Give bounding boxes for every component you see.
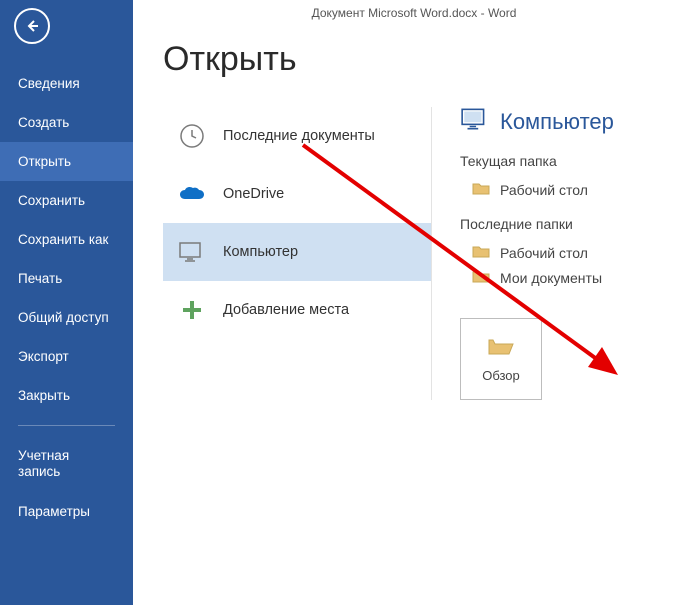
arrow-left-icon xyxy=(24,18,40,34)
nav-options[interactable]: Параметры xyxy=(0,492,133,531)
location-heading: Компьютер xyxy=(460,107,665,137)
source-addplace-label: Добавление места xyxy=(223,302,349,318)
onedrive-icon xyxy=(177,181,207,207)
back-button[interactable] xyxy=(14,8,50,44)
current-folder[interactable]: Рабочий стол xyxy=(460,177,665,202)
source-computer-label: Компьютер xyxy=(223,244,298,260)
location-heading-text: Компьютер xyxy=(500,109,614,135)
recent-folders-label: Последние папки xyxy=(460,216,665,232)
nav-save[interactable]: Сохранить xyxy=(0,181,133,220)
source-recent[interactable]: Последние документы xyxy=(163,107,431,165)
source-computer[interactable]: Компьютер xyxy=(163,223,431,281)
computer-icon xyxy=(177,239,207,265)
main-area: Документ Microsoft Word.docx - Word Откр… xyxy=(133,0,695,605)
nav-info[interactable]: Сведения xyxy=(0,64,133,103)
recent-folder-1[interactable]: Мои документы xyxy=(460,265,665,290)
source-onedrive[interactable]: OneDrive xyxy=(163,165,431,223)
computer-icon xyxy=(460,107,490,137)
source-recent-label: Последние документы xyxy=(223,128,375,144)
recent-folder-0-name: Рабочий стол xyxy=(500,245,588,261)
nav-open[interactable]: Открыть xyxy=(0,142,133,181)
location-pane: Компьютер Текущая папка Рабочий стол Пос… xyxy=(431,107,665,400)
browse-button[interactable]: Обзор xyxy=(460,318,542,400)
nav-print[interactable]: Печать xyxy=(0,259,133,298)
backstage-sidebar: Сведения Создать Открыть Сохранить Сохра… xyxy=(0,0,133,605)
nav-account[interactable]: Учетная запись xyxy=(0,436,133,492)
folder-icon xyxy=(472,269,490,286)
source-addplace[interactable]: Добавление места xyxy=(163,281,431,339)
recent-folder-1-name: Мои документы xyxy=(500,270,602,286)
source-list: Последние документы OneDrive Компьютер Д… xyxy=(163,107,431,400)
current-folder-label: Текущая папка xyxy=(460,153,665,169)
clock-icon xyxy=(177,123,207,149)
folder-open-icon xyxy=(487,335,515,360)
window-title: Документ Microsoft Word.docx - Word xyxy=(133,0,695,26)
nav-new[interactable]: Создать xyxy=(0,103,133,142)
source-onedrive-label: OneDrive xyxy=(223,186,284,202)
folder-icon xyxy=(472,181,490,198)
nav-separator xyxy=(18,425,115,426)
plus-icon xyxy=(177,297,207,323)
nav-close[interactable]: Закрыть xyxy=(0,376,133,415)
recent-folder-0[interactable]: Рабочий стол xyxy=(460,240,665,265)
folder-icon xyxy=(472,244,490,261)
nav-saveas[interactable]: Сохранить как xyxy=(0,220,133,259)
browse-label: Обзор xyxy=(482,368,520,383)
nav-export[interactable]: Экспорт xyxy=(0,337,133,376)
current-folder-name: Рабочий стол xyxy=(500,182,588,198)
page-title: Открыть xyxy=(163,40,665,79)
nav-share[interactable]: Общий доступ xyxy=(0,298,133,337)
